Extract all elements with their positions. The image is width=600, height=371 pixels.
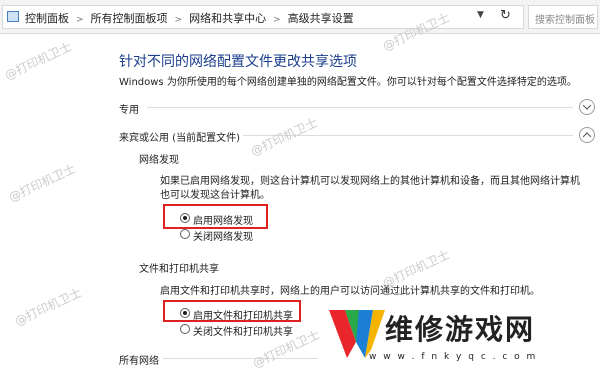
radio-label[interactable]: 关闭文件和打印机共享 bbox=[193, 323, 293, 338]
file-sharing-heading: 文件和打印机共享 bbox=[139, 264, 219, 275]
address-bar: 控制面板 > 所有控制面板项 > 网络和共享中心 > 高级共享设置 ▼ ↻ 搜索控制面板 bbox=[0, 0, 600, 34]
crumb-all-items[interactable]: 所有控制面板项 bbox=[91, 12, 168, 25]
chevron-right-icon[interactable]: > bbox=[273, 15, 281, 25]
network-discovery-heading: 网络发现 bbox=[139, 155, 179, 166]
search-input[interactable]: 搜索控制面板 bbox=[528, 5, 598, 29]
chevron-down-icon[interactable]: ▼ bbox=[477, 10, 484, 20]
brand-name: 维修游戏网 bbox=[385, 313, 536, 346]
section-guest-label[interactable]: 来宾或公用 (当前配置文件) bbox=[119, 129, 240, 144]
watermark-text: @打印机卫士 bbox=[248, 115, 320, 159]
section-divider bbox=[147, 107, 573, 108]
section-divider bbox=[163, 358, 318, 359]
radio-unchecked-icon[interactable] bbox=[180, 324, 190, 334]
refresh-icon[interactable]: ↻ bbox=[500, 8, 511, 23]
section-all-label[interactable]: 所有网络 bbox=[119, 352, 159, 367]
expand-chevron-icon[interactable] bbox=[579, 99, 595, 115]
section-private-label[interactable]: 专用 bbox=[119, 101, 139, 116]
page-title: 针对不同的网络配置文件更改共享选项 bbox=[119, 54, 357, 70]
chevron-right-icon[interactable]: > bbox=[175, 15, 183, 25]
file-sharing-description: 启用文件和打印机共享时，网络上的用户可以访问通过此计算机共享的文件和打印机。 bbox=[160, 286, 540, 297]
watermark-text: @打印机卫士 bbox=[2, 39, 74, 83]
chevron-right-icon[interactable]: > bbox=[76, 15, 84, 25]
search-placeholder: 搜索控制面板 bbox=[535, 15, 595, 26]
crumb-advanced-sharing[interactable]: 高级共享设置 bbox=[288, 12, 354, 25]
collapse-chevron-icon[interactable] bbox=[579, 127, 595, 143]
highlight-box bbox=[163, 300, 301, 322]
watermark-text: @打印机卫士 bbox=[12, 285, 84, 329]
watermark-text: @打印机卫士 bbox=[6, 161, 78, 205]
crumb-network-center[interactable]: 网络和共享中心 bbox=[189, 12, 266, 25]
radio-label[interactable]: 关闭网络发现 bbox=[193, 228, 253, 243]
highlight-box bbox=[163, 204, 268, 229]
brand-logo: 维修游戏网 w w w . f n k y q c . c o m bbox=[325, 300, 597, 368]
page-description: Windows 为你所使用的每个网络创建单独的网络配置文件。你可以针对每个配置文… bbox=[119, 77, 577, 88]
radio-unchecked-icon[interactable] bbox=[180, 229, 190, 239]
network-discovery-description: 如果已启用网络发现，则这台计算机可以发现网络上的其他计算机和设备，而且其他网络计… bbox=[160, 176, 580, 201]
control-panel-icon bbox=[7, 11, 19, 22]
crumb-control-panel[interactable]: 控制面板 bbox=[25, 12, 69, 25]
brand-url: w w w . f n k y q c . c o m bbox=[369, 352, 538, 362]
